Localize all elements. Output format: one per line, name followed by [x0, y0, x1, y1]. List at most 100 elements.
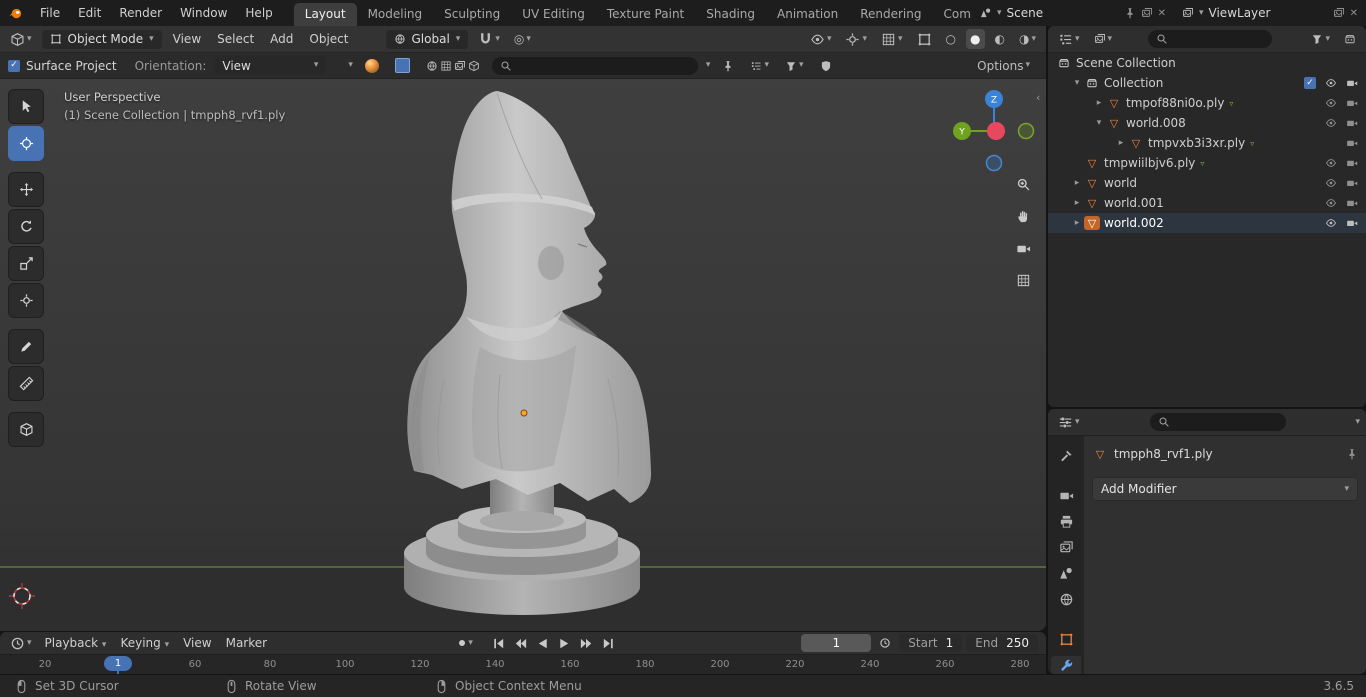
options-dropdown[interactable]: Options ▾	[973, 56, 1034, 76]
image-tool-icon[interactable]	[391, 56, 414, 76]
editor-type-button[interactable]: ▾	[6, 29, 36, 49]
tab-scene-properties[interactable]	[1051, 564, 1081, 583]
outliner-row-object[interactable]: ▸ ▽ world.001	[1048, 193, 1366, 213]
new-viewlayer-icon[interactable]	[1333, 7, 1345, 19]
tab-layout[interactable]: Layout	[293, 3, 357, 26]
expand-icon[interactable]: ▾	[1070, 78, 1084, 88]
properties-search-input[interactable]	[1174, 416, 1278, 428]
object-visibility-dropdown[interactable]: ▾	[806, 29, 836, 49]
jump-to-start-button[interactable]	[489, 634, 509, 652]
outliner-row-object[interactable]: ▽ tmpwiilbjv6.ply ▿	[1048, 153, 1366, 173]
outliner-row-object-active[interactable]: ▸ ▽ world.002	[1048, 213, 1366, 233]
expand-icon[interactable]: ▸	[1070, 218, 1084, 228]
hide-eye-icon[interactable]	[1325, 77, 1337, 89]
pan-hand-icon[interactable]	[1010, 203, 1036, 229]
unlink-scene-icon[interactable]: ✕	[1158, 8, 1166, 19]
disable-render-camera-icon[interactable]	[1346, 177, 1358, 189]
blender-logo[interactable]	[0, 3, 31, 23]
gizmo-axis-z-negative[interactable]	[985, 154, 1003, 172]
tool-cursor[interactable]	[8, 126, 44, 161]
tool-measure[interactable]	[8, 366, 44, 401]
menu-window[interactable]: Window	[171, 6, 236, 20]
properties-editor-type-button[interactable]: ▾	[1054, 412, 1084, 432]
tab-uv-editing[interactable]: UV Editing	[511, 3, 596, 26]
hide-eye-icon[interactable]	[1325, 177, 1337, 189]
hide-eye-icon[interactable]	[1325, 157, 1337, 169]
tab-sculpting[interactable]: Sculpting	[433, 3, 511, 26]
tab-output-properties[interactable]	[1051, 512, 1081, 531]
tab-viewlayer-properties[interactable]	[1051, 538, 1081, 557]
pin-icon[interactable]	[1346, 448, 1358, 460]
disable-render-camera-icon[interactable]	[1346, 117, 1358, 129]
disable-render-camera-icon[interactable]	[1346, 197, 1358, 209]
tab-compositing[interactable]: Compositing	[932, 3, 972, 26]
expand-icon[interactable]: ▸	[1070, 198, 1084, 208]
menu-file[interactable]: File	[31, 6, 69, 20]
gizmo-axis-y-negative[interactable]	[1017, 122, 1035, 140]
disable-render-camera-icon[interactable]	[1346, 137, 1358, 149]
menu-render[interactable]: Render	[110, 6, 171, 20]
shading-material-button[interactable]: ◐	[991, 29, 1009, 49]
surface-project-checkbox[interactable]: ✓ Surface Project	[8, 59, 117, 73]
shading-wireframe-button[interactable]: ○	[942, 29, 960, 49]
outliner-row-collection[interactable]: ▾ Collection ✓	[1048, 73, 1366, 93]
tab-modifier-properties[interactable]	[1051, 655, 1081, 674]
list-view-icon[interactable]: ▾	[746, 56, 773, 76]
outliner-search-input[interactable]	[1173, 33, 1265, 45]
xray-toggle[interactable]	[913, 29, 936, 49]
cursor-orientation-dropdown[interactable]: View ▾	[214, 56, 327, 75]
search-options-icon[interactable]: ▾	[706, 61, 711, 70]
gizmos-toggle[interactable]: ▾	[841, 29, 871, 49]
menu-view[interactable]: View	[168, 32, 206, 46]
overlays-toggle[interactable]: ▾	[877, 29, 907, 49]
shield-icon[interactable]	[816, 56, 836, 76]
ortho-grid-icon[interactable]	[1010, 267, 1036, 293]
snap-toggle[interactable]: ▾	[474, 29, 504, 49]
tab-render-properties[interactable]	[1051, 486, 1081, 505]
tab-texture-paint[interactable]: Texture Paint	[596, 3, 695, 26]
menu-keying[interactable]: Keying ▾	[115, 636, 174, 650]
current-frame-field[interactable]: 1	[801, 634, 872, 652]
outliner-row-object[interactable]: ▾ ▽ world.008	[1048, 113, 1366, 133]
tool-rotate[interactable]	[8, 209, 44, 244]
gizmo-axis-x[interactable]	[987, 122, 1005, 140]
menu-help[interactable]: Help	[236, 6, 281, 20]
outliner-filter-icon[interactable]: ▾	[1307, 29, 1334, 49]
camera-view-icon[interactable]	[1010, 235, 1036, 261]
tool-annotate[interactable]	[8, 329, 44, 364]
timeline-editor-type-button[interactable]: ▾	[6, 633, 36, 653]
tab-animation[interactable]: Animation	[766, 3, 849, 26]
auto-keying-toggle[interactable]: ▾	[455, 634, 475, 652]
tab-rendering[interactable]: Rendering	[849, 3, 932, 26]
tool-scale[interactable]	[8, 246, 44, 281]
expand-icon[interactable]: ▸	[1070, 178, 1084, 188]
menu-timeline-view[interactable]: View	[178, 636, 216, 650]
outliner-row-object[interactable]: ▸ ▽ world	[1048, 173, 1366, 193]
hide-eye-icon[interactable]	[1325, 97, 1337, 109]
play-reverse-button[interactable]	[533, 634, 553, 652]
disable-render-camera-icon[interactable]	[1346, 77, 1358, 89]
hide-eye-icon[interactable]	[1325, 217, 1337, 229]
viewlayer-browse-icon[interactable]: ▾	[1199, 8, 1204, 18]
frame-end-field[interactable]: End 250	[966, 634, 1038, 652]
timeline-ruler[interactable]: 20 40 60 80 100 120 140 160 180 200 220 …	[0, 654, 1046, 674]
menu-select[interactable]: Select	[212, 32, 259, 46]
proportional-editing-toggle[interactable]: ◎ ▾	[510, 29, 535, 49]
scene-browse-icon[interactable]: ▾	[997, 8, 1002, 18]
navigation-gizmo[interactable]: Z Y	[942, 83, 1046, 179]
properties-search[interactable]	[1149, 413, 1286, 431]
disable-render-camera-icon[interactable]	[1346, 97, 1358, 109]
sidebar-toggle[interactable]: ‹	[1036, 91, 1040, 104]
tab-world-properties[interactable]	[1051, 590, 1081, 609]
hide-eye-icon[interactable]	[1325, 117, 1337, 129]
tool-settings-expand-icon[interactable]: ▾	[348, 61, 353, 70]
tab-shading[interactable]: Shading	[695, 3, 766, 26]
properties-filter-icon[interactable]: ▾	[1355, 417, 1360, 427]
tab-modeling[interactable]: Modeling	[357, 3, 434, 26]
menu-marker[interactable]: Marker	[221, 636, 272, 650]
tab-tool-properties[interactable]	[1051, 446, 1081, 465]
tab-object-properties[interactable]	[1051, 630, 1081, 649]
expand-icon[interactable]: ▸	[1114, 138, 1128, 148]
outliner-row-object[interactable]: ▸ ▽ tmpof88ni0o.ply ▿	[1048, 93, 1366, 113]
outliner-editor-type-button[interactable]: ▾	[1054, 29, 1084, 49]
